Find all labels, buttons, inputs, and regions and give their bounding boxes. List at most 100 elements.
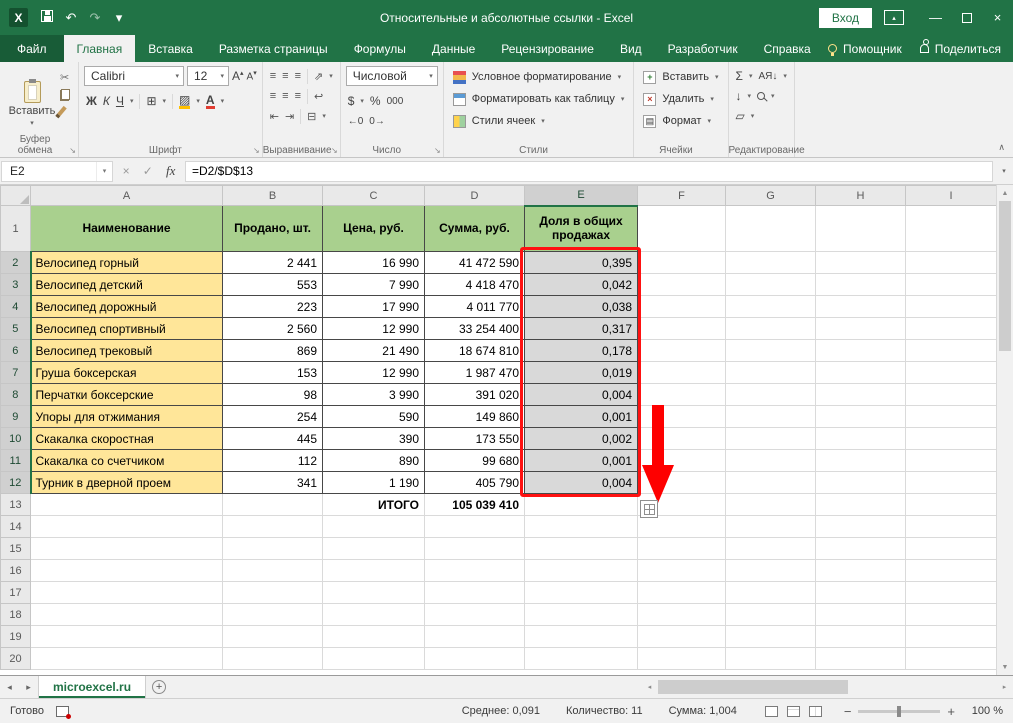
chevron-down-icon[interactable]: ▾ bbox=[96, 162, 112, 181]
save-icon[interactable] bbox=[35, 10, 59, 25]
cell-G4[interactable] bbox=[726, 296, 816, 318]
column-header-H[interactable]: H bbox=[816, 186, 906, 206]
cell-C11[interactable]: 890 bbox=[323, 450, 425, 472]
cell-C1[interactable]: Цена, руб. bbox=[323, 206, 425, 252]
normal-view-icon[interactable] bbox=[765, 706, 778, 717]
cell-G9[interactable] bbox=[726, 406, 816, 428]
autosum-icon[interactable]: Σ bbox=[736, 69, 743, 83]
sheet-nav-left-icon[interactable]: ◂ bbox=[0, 676, 19, 698]
undo-icon[interactable]: ↶ bbox=[59, 10, 83, 26]
cell-I20[interactable] bbox=[906, 648, 997, 670]
cell-G3[interactable] bbox=[726, 274, 816, 296]
cell-E12[interactable]: 0,004 bbox=[525, 472, 638, 494]
maximize-button[interactable] bbox=[951, 0, 982, 35]
align-left-icon[interactable]: ≡ bbox=[270, 90, 276, 102]
ribbon-display-options-icon[interactable]: ▴ bbox=[884, 10, 904, 25]
cell-G1[interactable] bbox=[726, 206, 816, 252]
cell-H8[interactable] bbox=[816, 384, 906, 406]
column-header-E[interactable]: E bbox=[525, 186, 638, 206]
macro-record-icon[interactable] bbox=[56, 706, 69, 717]
cell-F7[interactable] bbox=[638, 362, 726, 384]
fill-color-icon[interactable]: ▨ bbox=[179, 94, 190, 109]
chevron-down-icon[interactable]: ▾ bbox=[783, 72, 787, 80]
cell-A15[interactable] bbox=[31, 538, 223, 560]
row-header-17[interactable]: 17 bbox=[1, 582, 31, 604]
cell-D16[interactable] bbox=[425, 560, 525, 582]
cell-H2[interactable] bbox=[816, 252, 906, 274]
assistant-label[interactable]: Помощник bbox=[843, 42, 902, 56]
cell-I2[interactable] bbox=[906, 252, 997, 274]
cell-A7[interactable]: Груша боксерская bbox=[31, 362, 223, 384]
cell-I15[interactable] bbox=[906, 538, 997, 560]
fill-icon[interactable]: ↓ bbox=[736, 89, 742, 103]
row-header-12[interactable]: 12 bbox=[1, 472, 31, 494]
cell-G14[interactable] bbox=[726, 516, 816, 538]
cell-I9[interactable] bbox=[906, 406, 997, 428]
cell-E5[interactable]: 0,317 bbox=[525, 318, 638, 340]
borders-icon[interactable]: ⊞ bbox=[146, 94, 156, 108]
cell-B14[interactable] bbox=[223, 516, 323, 538]
chevron-down-icon[interactable]: ▾ bbox=[130, 97, 134, 105]
cell-I8[interactable] bbox=[906, 384, 997, 406]
cell-B1[interactable]: Продано, шт. bbox=[223, 206, 323, 252]
ribbon-tab-9[interactable]: Справка bbox=[751, 35, 824, 62]
cell-A14[interactable] bbox=[31, 516, 223, 538]
cell-E9[interactable]: 0,001 bbox=[525, 406, 638, 428]
cell-F6[interactable] bbox=[638, 340, 726, 362]
row-header-15[interactable]: 15 bbox=[1, 538, 31, 560]
cell-C7[interactable]: 12 990 bbox=[323, 362, 425, 384]
cell-C17[interactable] bbox=[323, 582, 425, 604]
chevron-down-icon[interactable]: ▾ bbox=[196, 97, 200, 105]
row-header-14[interactable]: 14 bbox=[1, 516, 31, 538]
paste-button[interactable]: Вставить ▾ bbox=[7, 66, 57, 142]
merge-center-icon[interactable]: ⊟ bbox=[307, 110, 316, 123]
chevron-down-icon[interactable]: ▾ bbox=[771, 92, 775, 100]
cell-F19[interactable] bbox=[638, 626, 726, 648]
increase-indent-icon[interactable]: ⇥ bbox=[285, 110, 294, 123]
column-header-D[interactable]: D bbox=[425, 186, 525, 206]
format-painter-icon[interactable] bbox=[57, 106, 66, 116]
cell-G20[interactable] bbox=[726, 648, 816, 670]
cell-I11[interactable] bbox=[906, 450, 997, 472]
cell-H20[interactable] bbox=[816, 648, 906, 670]
align-middle-icon[interactable]: ≡ bbox=[282, 70, 288, 82]
cell-C5[interactable]: 12 990 bbox=[323, 318, 425, 340]
row-header-10[interactable]: 10 bbox=[1, 428, 31, 450]
cell-C10[interactable]: 390 bbox=[323, 428, 425, 450]
cell-H10[interactable] bbox=[816, 428, 906, 450]
ribbon-tab-8[interactable]: Разработчик bbox=[655, 35, 751, 62]
cell-E11[interactable]: 0,001 bbox=[525, 450, 638, 472]
cell-A10[interactable]: Скакалка скоростная bbox=[31, 428, 223, 450]
chevron-down-icon[interactable]: ▾ bbox=[221, 97, 225, 105]
column-header-F[interactable]: F bbox=[638, 186, 726, 206]
font-color-icon[interactable]: А bbox=[206, 94, 215, 109]
cell-H6[interactable] bbox=[816, 340, 906, 362]
cell-C18[interactable] bbox=[323, 604, 425, 626]
row-header-4[interactable]: 4 bbox=[1, 296, 31, 318]
cell-H16[interactable] bbox=[816, 560, 906, 582]
cell-E3[interactable]: 0,042 bbox=[525, 274, 638, 296]
cell-I17[interactable] bbox=[906, 582, 997, 604]
cell-A13[interactable] bbox=[31, 494, 223, 516]
cell-D1[interactable]: Сумма, руб. bbox=[425, 206, 525, 252]
redo-icon[interactable]: ↷ bbox=[83, 10, 107, 26]
cell-E20[interactable] bbox=[525, 648, 638, 670]
font-name-select[interactable]: Calibri ▾ bbox=[84, 66, 184, 86]
cell-I3[interactable] bbox=[906, 274, 997, 296]
cell-G11[interactable] bbox=[726, 450, 816, 472]
column-header-I[interactable]: I bbox=[906, 186, 997, 206]
name-box[interactable]: E2 ▾ bbox=[1, 161, 113, 182]
ribbon-tab-5[interactable]: Данные bbox=[419, 35, 488, 62]
chevron-down-icon[interactable]: ▾ bbox=[360, 97, 364, 105]
horizontal-scroll-thumb[interactable] bbox=[658, 680, 848, 694]
cell-C19[interactable] bbox=[323, 626, 425, 648]
cell-F10[interactable] bbox=[638, 428, 726, 450]
cell-I10[interactable] bbox=[906, 428, 997, 450]
cell-E4[interactable]: 0,038 bbox=[525, 296, 638, 318]
cell-C9[interactable]: 590 bbox=[323, 406, 425, 428]
cell-A4[interactable]: Велосипед дорожный bbox=[31, 296, 223, 318]
row-header-1[interactable]: 1 bbox=[1, 206, 31, 252]
cell-E6[interactable]: 0,178 bbox=[525, 340, 638, 362]
cell-C3[interactable]: 7 990 bbox=[323, 274, 425, 296]
cell-C2[interactable]: 16 990 bbox=[323, 252, 425, 274]
